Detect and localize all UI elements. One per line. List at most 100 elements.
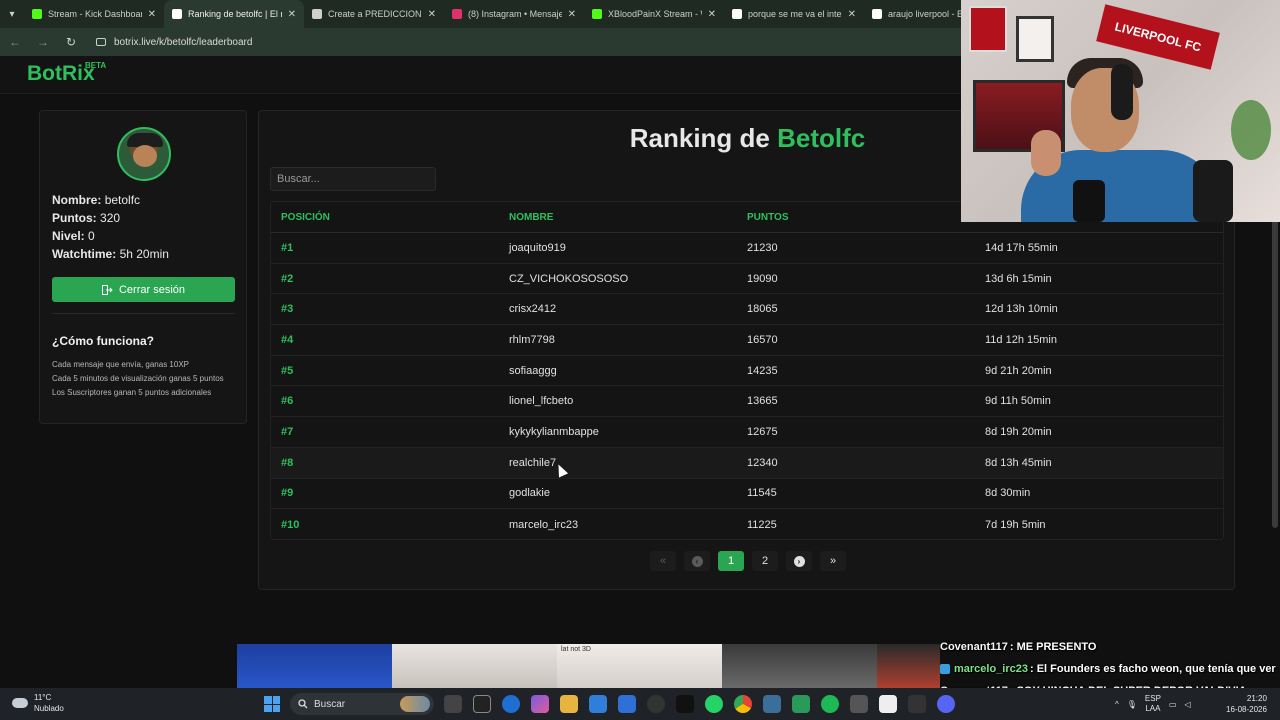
chat-username: marcelo_irc23	[954, 663, 1028, 675]
browser-tab[interactable]: XBloodPainX Stream - Watch ✕	[584, 0, 724, 28]
webcam-overlay: LIVERPOOL FC	[961, 0, 1280, 222]
title-name: Betolfc	[777, 123, 866, 153]
chrome-icon[interactable]	[734, 695, 752, 713]
folder-icon[interactable]	[560, 695, 578, 713]
capcut-icon[interactable]	[473, 695, 491, 713]
language-indicator[interactable]: ESP LAA	[1145, 694, 1161, 714]
browser-tab[interactable]: Ranking de betolfc | El mejor ✕	[164, 0, 304, 28]
page-2-button[interactable]: 2	[752, 551, 778, 571]
network-icon[interactable]: ▭	[1169, 700, 1177, 709]
address-bar[interactable]: botrix.live/k/betolfc/leaderboard	[96, 37, 252, 48]
chevron-up-icon[interactable]: ^	[1115, 700, 1119, 709]
column-points[interactable]: PUNTOS	[747, 212, 985, 223]
app-icon[interactable]	[792, 695, 810, 713]
close-icon[interactable]: ✕	[848, 9, 856, 20]
thumbnail-image[interactable]	[392, 644, 557, 688]
site-info-icon[interactable]	[96, 38, 106, 46]
column-position[interactable]: POSICIÓN	[271, 212, 509, 223]
google-icon	[732, 9, 742, 19]
table-row[interactable]: #9 godlakie 11545 8d 30min	[271, 479, 1223, 510]
bottle-image	[1073, 180, 1105, 222]
tiktok-icon[interactable]	[676, 695, 694, 713]
close-icon[interactable]: ✕	[708, 9, 716, 20]
copilot-icon[interactable]	[531, 695, 549, 713]
spotify-icon[interactable]	[821, 695, 839, 713]
taskbar-search[interactable]: Buscar	[290, 693, 434, 715]
browser-tab[interactable]: Create a PREDICCION PREDICCION ✕	[304, 0, 444, 28]
next-page-button[interactable]: ›	[786, 551, 812, 571]
table-row[interactable]: #10 marcelo_irc23 11225 7d 19h 5min	[271, 509, 1223, 540]
chevron-left-icon: ‹	[691, 555, 703, 567]
whatsapp-icon[interactable]	[705, 695, 723, 713]
cell-watchtime: 11d 12h 15min	[985, 333, 1057, 346]
table-row[interactable]: #6 lionel_lfcbeto 13665 9d 11h 50min	[271, 386, 1223, 418]
close-icon[interactable]: ✕	[148, 9, 156, 20]
obs-icon[interactable]	[647, 695, 665, 713]
tab-list-menu-icon[interactable]: ▾	[0, 0, 24, 28]
cell-position: #7	[281, 425, 294, 438]
thumbnail-image[interactable]	[237, 644, 392, 688]
prev-page-button[interactable]: ‹	[684, 551, 710, 571]
browser-tab[interactable]: Stream - Kick Dashboard ✕	[24, 0, 164, 28]
store-icon[interactable]	[589, 695, 607, 713]
last-page-button[interactable]: »	[820, 551, 846, 571]
plant-image	[1231, 100, 1271, 160]
chat-message: Covenant117: ME PRESENTO	[940, 636, 1280, 658]
microphone-icon[interactable]: 🎙	[1127, 700, 1137, 709]
table-row[interactable]: #8 realchile7 12340 8d 13h 45min	[271, 447, 1223, 479]
cell-watchtime: 9d 21h 20min	[985, 364, 1052, 377]
cell-position: #4	[281, 333, 294, 346]
cell-name: joaquito919	[509, 241, 566, 254]
mail-icon[interactable]	[618, 695, 636, 713]
url-text[interactable]: botrix.live/k/betolfc/leaderboard	[114, 37, 252, 48]
cell-watchtime: 7d 19h 5min	[985, 518, 1046, 531]
cell-points: 21230	[747, 241, 778, 254]
volume-icon[interactable]: ◁	[1185, 700, 1191, 709]
cell-position: #3	[281, 303, 294, 316]
title-prefix: Ranking de	[629, 123, 770, 153]
avatar	[117, 127, 171, 181]
page-1-button[interactable]: 1	[718, 551, 744, 571]
notepad-icon[interactable]	[879, 695, 897, 713]
browser-tab[interactable]: porque se me va el internet ✕	[724, 0, 864, 28]
table-row[interactable]: #2 CZ_VICHOKOSOSOSO 19090 13d 6h 15min	[271, 264, 1223, 295]
close-icon[interactable]: ✕	[428, 9, 436, 20]
thumbnail-image[interactable]	[877, 644, 940, 688]
logout-button[interactable]: Cerrar sesión	[52, 277, 235, 302]
column-name[interactable]: NOMBRE	[509, 212, 747, 223]
how-line: Los Suscriptores ganan 5 puntos adiciona…	[52, 388, 212, 397]
table-row[interactable]: #1 joaquito919 21230 14d 17h 55min	[271, 233, 1223, 264]
app-icon[interactable]	[908, 695, 926, 713]
chevron-right-icon: ›	[793, 555, 805, 567]
table-row[interactable]: #4 rhlm7798 16570 11d 12h 15min	[271, 325, 1223, 356]
taskbar-search-label: Buscar	[314, 698, 346, 710]
table-row[interactable]: #3 crisx2412 18065 12d 13h 10min	[271, 294, 1223, 326]
cell-position: #8	[281, 456, 294, 469]
chat-username: Covenant117	[940, 641, 1008, 653]
cell-watchtime: 14d 17h 55min	[985, 241, 1058, 254]
edge-icon[interactable]	[502, 695, 520, 713]
close-icon[interactable]: ✕	[288, 9, 296, 20]
cell-name: CZ_VICHOKOSOSOSO	[509, 272, 629, 285]
weather-widget[interactable]: 11°C Nublado	[12, 692, 64, 714]
browser-tab[interactable]: (8) Instagram • Mensajes ✕	[444, 0, 584, 28]
photos-icon[interactable]	[763, 695, 781, 713]
discord-icon[interactable]	[937, 695, 955, 713]
app-icon[interactable]	[850, 695, 868, 713]
thumbnail-image[interactable]: lat not 3D	[557, 644, 722, 688]
cell-position: #10	[281, 518, 300, 531]
thumbnail-image[interactable]	[722, 644, 877, 688]
back-icon[interactable]: ←	[8, 35, 22, 49]
task-view-icon[interactable]	[444, 695, 462, 713]
forward-icon[interactable]: →	[36, 35, 50, 49]
cell-points: 11225	[747, 518, 777, 531]
search-input[interactable]	[270, 167, 436, 191]
reload-icon[interactable]: ↻	[64, 35, 78, 49]
first-page-button[interactable]: «	[650, 551, 676, 571]
windows-start-icon[interactable]	[264, 696, 280, 712]
close-icon[interactable]: ✕	[568, 9, 576, 20]
table-row[interactable]: #5 sofiaaggg 14235 9d 21h 20min	[271, 356, 1223, 387]
tab-label: Stream - Kick Dashboard	[48, 9, 142, 19]
table-row[interactable]: #7 kykykylianmbappe 12675 8d 19h 20min	[271, 417, 1223, 448]
clock[interactable]: 21:20 16-08-2026	[1226, 693, 1267, 715]
